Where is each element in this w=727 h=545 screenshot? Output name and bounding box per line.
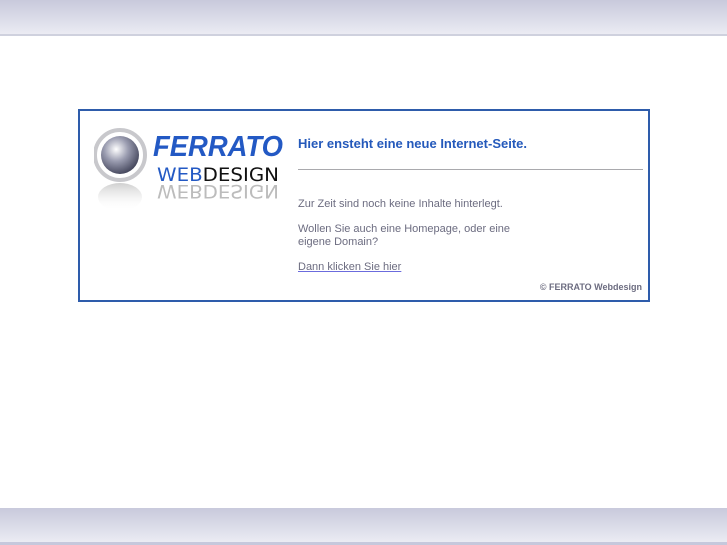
page-headline: Hier ensteht eine neue Internet-Seite. [298,136,528,151]
footer-band [0,508,727,545]
click-here-link[interactable]: Dann klicken Sie hier [298,261,401,273]
copyright-text: © FERRATO Webdesign [539,282,642,292]
logo-brand: FERRATO [153,131,283,163]
placeholder-panel: FERRATO WEBDESIGN WEBDESIGN Hier ensteht… [78,109,650,302]
divider [298,169,643,170]
info-text: Zur Zeit sind noch keine Inhalte hinterl… [298,198,503,210]
ferrato-webdesign-logo: FERRATO WEBDESIGN WEBDESIGN [94,128,283,211]
header-band [0,0,727,36]
logo-reflection: WEBDESIGN [157,180,279,202]
orb-icon [101,136,139,174]
question-text: Wollen Sie auch eine Homepage, oder eine… [298,223,510,248]
